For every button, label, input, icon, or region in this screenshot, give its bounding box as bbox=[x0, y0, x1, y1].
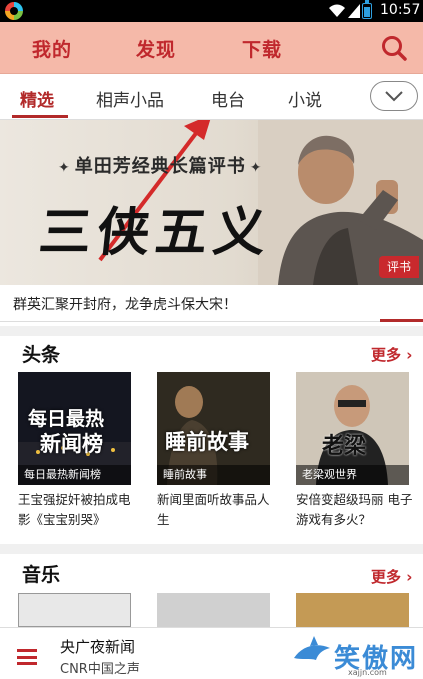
headline-item-3-title[interactable]: 安倍变超级玛丽 电子游戏有多火？ bbox=[296, 490, 414, 530]
tab-mine[interactable]: 我的 bbox=[32, 35, 72, 62]
music-title: 音乐 bbox=[22, 564, 61, 586]
wifi-icon bbox=[329, 4, 345, 17]
headlines-title: 头条 bbox=[22, 344, 61, 366]
banner-page-indicator bbox=[380, 319, 423, 322]
banner-subtitle: 单田芳经典长篇评书 bbox=[54, 152, 266, 178]
menu-icon[interactable] bbox=[17, 649, 37, 665]
thumb-3-line1: 老梁 bbox=[322, 433, 367, 459]
headline-thumb-3[interactable]: 老梁 老梁观世界 bbox=[296, 372, 409, 485]
music-more-link[interactable]: 更多 › bbox=[371, 566, 412, 587]
status-bar: 10:57 bbox=[0, 0, 423, 22]
active-tab-indicator bbox=[12, 115, 68, 118]
player-title: 央广夜新闻 bbox=[60, 638, 136, 656]
chevron-right-icon: › bbox=[401, 346, 413, 364]
section-divider bbox=[0, 544, 423, 554]
section-divider bbox=[0, 326, 423, 336]
headline-item-2-title[interactable]: 新闻里面听故事品人生 bbox=[157, 490, 275, 530]
app-notification-icon bbox=[5, 2, 23, 20]
banner-badge: 评书 bbox=[379, 256, 419, 278]
headline-item-1-title[interactable]: 王宝强捉奸被拍成电影《宝宝别哭》 bbox=[18, 490, 136, 530]
chevron-down-icon bbox=[385, 91, 403, 102]
battery-icon bbox=[362, 0, 372, 19]
signal-icon bbox=[348, 4, 360, 18]
more-label: 更多 bbox=[371, 346, 402, 364]
watermark-url: xajjn.com bbox=[348, 668, 387, 677]
more-label: 更多 bbox=[371, 568, 402, 586]
tab-download[interactable]: 下载 bbox=[242, 35, 282, 62]
tab-radio[interactable]: 电台 bbox=[211, 86, 245, 111]
top-header: 我的 发现 下载 bbox=[0, 22, 423, 74]
headlines-more-link[interactable]: 更多 › bbox=[371, 344, 412, 365]
thumb-3-label: 老梁观世界 bbox=[296, 465, 409, 485]
music-thumb-3[interactable] bbox=[296, 593, 409, 627]
music-thumb-2[interactable] bbox=[157, 593, 270, 627]
headline-thumb-1[interactable]: 每日最热 新闻榜 每日最热新闻榜 bbox=[18, 372, 131, 485]
banner-caption[interactable]: 群英汇聚开封府，龙争虎斗保大宋！ bbox=[13, 294, 237, 314]
chevron-right-icon: › bbox=[401, 568, 413, 586]
expand-categories-button[interactable] bbox=[370, 81, 418, 111]
thumb-1-line1: 每日最热 bbox=[28, 408, 105, 430]
divider bbox=[0, 321, 423, 322]
tab-featured[interactable]: 精选 bbox=[20, 86, 54, 111]
category-tab-bar: 精选 相声小品 电台 小说 bbox=[0, 74, 423, 120]
search-icon[interactable] bbox=[381, 35, 407, 61]
thumb-1-line2: 新闻榜 bbox=[40, 431, 103, 456]
thumb-2-line1: 睡前故事 bbox=[165, 429, 249, 454]
status-time: 10:57 bbox=[380, 2, 421, 18]
shark-logo-icon bbox=[294, 636, 330, 660]
thumb-1-label: 每日最热新闻榜 bbox=[18, 465, 131, 485]
tab-discover[interactable]: 发现 bbox=[136, 35, 176, 62]
headline-thumb-2[interactable]: 睡前故事 睡前故事 bbox=[157, 372, 270, 485]
featured-banner[interactable]: 单田芳经典长篇评书 三侠五义 评书 bbox=[0, 120, 423, 285]
player-subtitle: CNR中国之声 bbox=[60, 662, 140, 677]
thumb-2-label: 睡前故事 bbox=[157, 465, 270, 485]
tab-novel[interactable]: 小说 bbox=[288, 86, 322, 111]
tab-crosstalk[interactable]: 相声小品 bbox=[96, 86, 164, 111]
music-thumb-1[interactable] bbox=[18, 593, 131, 627]
banner-title: 三侠五义 bbox=[36, 202, 275, 263]
